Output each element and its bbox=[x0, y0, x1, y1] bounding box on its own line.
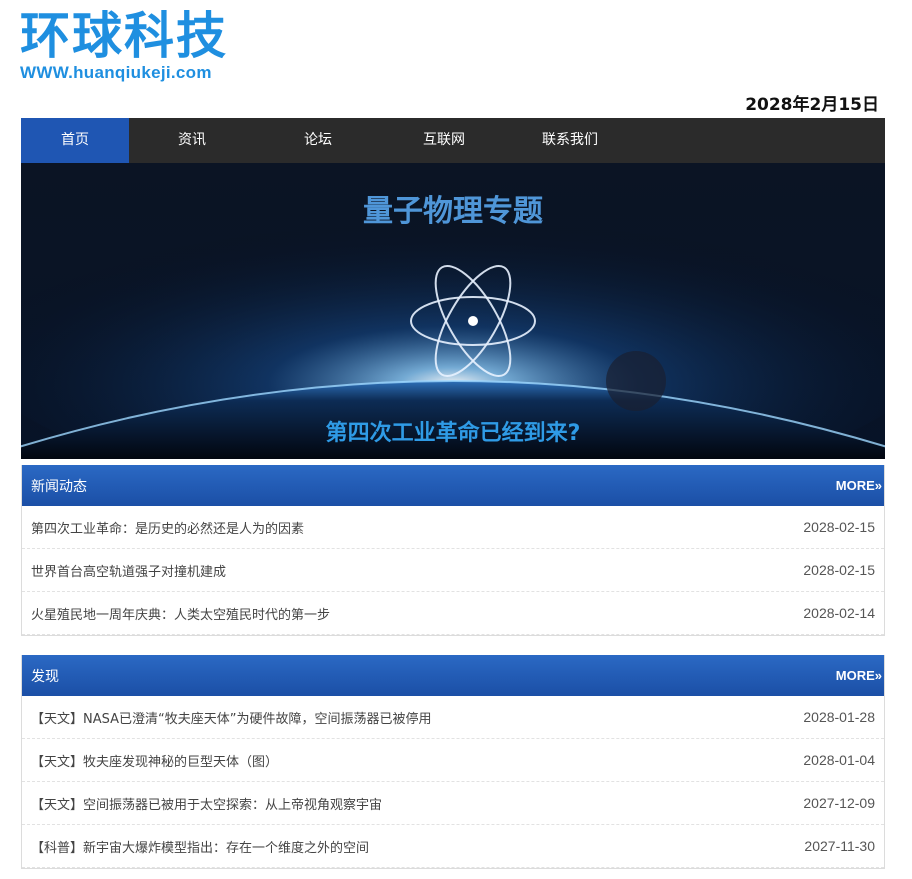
nav-item-contact[interactable]: 联系我们 bbox=[507, 118, 633, 163]
news-item-date: 2028-02-15 bbox=[803, 562, 875, 578]
news-item-title[interactable]: 世界首台高空轨道强子对撞机建成 bbox=[31, 561, 226, 580]
list-item[interactable]: 【天文】牧夫座发现神秘的巨型天体（图） 2028-01-04 bbox=[22, 739, 884, 782]
news-more-link[interactable]: MORE» bbox=[836, 478, 882, 493]
site-url: WWW.huanqiukeji.com bbox=[20, 63, 212, 82]
list-item[interactable]: 第四次工业革命：是历史的必然还是人为的因素 2028-02-15 bbox=[22, 506, 884, 549]
news-panel-title: 新闻动态 bbox=[31, 478, 87, 495]
site-title: 环球科技 bbox=[20, 7, 228, 65]
discover-more-link[interactable]: MORE» bbox=[836, 668, 882, 683]
discover-item-title[interactable]: 【天文】空间振荡器已被用于太空探索：从上帝视角观察宇宙 bbox=[31, 794, 382, 813]
discover-item-title[interactable]: 【科普】新宇宙大爆炸模型指出：存在一个维度之外的空间 bbox=[31, 837, 369, 856]
discover-item-date: 2027-11-30 bbox=[804, 838, 875, 854]
discover-panel-header: 发现 MORE» bbox=[22, 655, 884, 696]
discover-panel-title: 发现 bbox=[31, 668, 59, 685]
nav-item-forum[interactable]: 论坛 bbox=[255, 118, 381, 163]
discover-item-date: 2027-12-09 bbox=[803, 795, 875, 811]
banner-caption: 第四次工业革命已经到来? bbox=[326, 420, 581, 446]
discover-item-date: 2028-01-04 bbox=[803, 752, 875, 768]
site-logo[interactable]: 环球科技 WWW.huanqiukeji.com bbox=[20, 8, 228, 82]
news-item-date: 2028-02-14 bbox=[803, 605, 875, 621]
main-nav: 首页 资讯 论坛 互联网 联系我们 bbox=[21, 118, 885, 163]
banner-graphic: 量子物理专题 第四次工业革命已经到来? bbox=[21, 163, 885, 459]
nav-item-home[interactable]: 首页 bbox=[21, 118, 129, 163]
nav-item-internet[interactable]: 互联网 bbox=[381, 118, 507, 163]
news-item-title[interactable]: 第四次工业革命：是历史的必然还是人为的因素 bbox=[31, 518, 304, 537]
discover-item-title[interactable]: 【天文】NASA已澄清“牧夫座天体”为硬件故障，空间振荡器已被停用 bbox=[31, 708, 431, 727]
discover-item-date: 2028-01-28 bbox=[803, 709, 875, 725]
discover-panel: 发现 MORE» 【天文】NASA已澄清“牧夫座天体”为硬件故障，空间振荡器已被… bbox=[21, 655, 885, 869]
list-item[interactable]: 【科普】新宇宙大爆炸模型指出：存在一个维度之外的空间 2027-11-30 bbox=[22, 825, 884, 868]
news-panel: 新闻动态 MORE» 第四次工业革命：是历史的必然还是人为的因素 2028-02… bbox=[21, 465, 885, 636]
list-item[interactable]: 火星殖民地一周年庆典：人类太空殖民时代的第一步 2028-02-14 bbox=[22, 592, 884, 635]
news-panel-header: 新闻动态 MORE» bbox=[22, 465, 884, 506]
banner-heading: 量子物理专题 bbox=[363, 194, 543, 229]
list-item[interactable]: 世界首台高空轨道强子对撞机建成 2028-02-15 bbox=[22, 549, 884, 592]
list-item[interactable]: 【天文】空间振荡器已被用于太空探索：从上帝视角观察宇宙 2027-12-09 bbox=[22, 782, 884, 825]
discover-item-title[interactable]: 【天文】牧夫座发现神秘的巨型天体（图） bbox=[31, 751, 278, 770]
news-item-date: 2028-02-15 bbox=[803, 519, 875, 535]
hero-banner[interactable]: 量子物理专题 第四次工业革命已经到来? bbox=[21, 163, 885, 459]
news-item-title[interactable]: 火星殖民地一周年庆典：人类太空殖民时代的第一步 bbox=[31, 604, 330, 623]
nav-item-news[interactable]: 资讯 bbox=[129, 118, 255, 163]
current-date: 2028年2月15日 bbox=[745, 95, 879, 115]
list-item[interactable]: 【天文】NASA已澄清“牧夫座天体”为硬件故障，空间振荡器已被停用 2028-0… bbox=[22, 696, 884, 739]
